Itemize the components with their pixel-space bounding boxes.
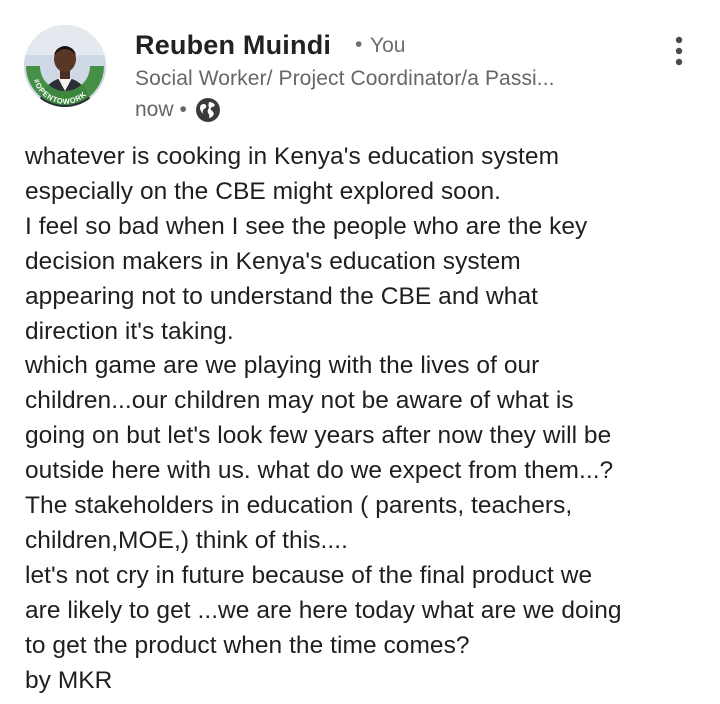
- avatar-image: #OPENTOWORK: [24, 25, 106, 107]
- meta-separator: •: [179, 98, 187, 121]
- more-vertical-icon[interactable]: [666, 36, 692, 66]
- post-header: #OPENTOWORK Reuben Muindi • You Social W…: [0, 0, 720, 140]
- connection-degree: You: [370, 34, 406, 57]
- post-time: now: [135, 98, 174, 121]
- globe-icon[interactable]: [195, 97, 221, 123]
- author-name[interactable]: Reuben Muindi: [135, 30, 331, 61]
- post-body-text: whatever is cooking in Kenya's education…: [25, 143, 622, 694]
- author-headline[interactable]: Social Worker/ Project Coordinator/a Pas…: [135, 67, 555, 91]
- avatar[interactable]: #OPENTOWORK: [24, 25, 106, 107]
- post-meta: now •: [135, 97, 221, 123]
- author-separator: •: [355, 33, 363, 56]
